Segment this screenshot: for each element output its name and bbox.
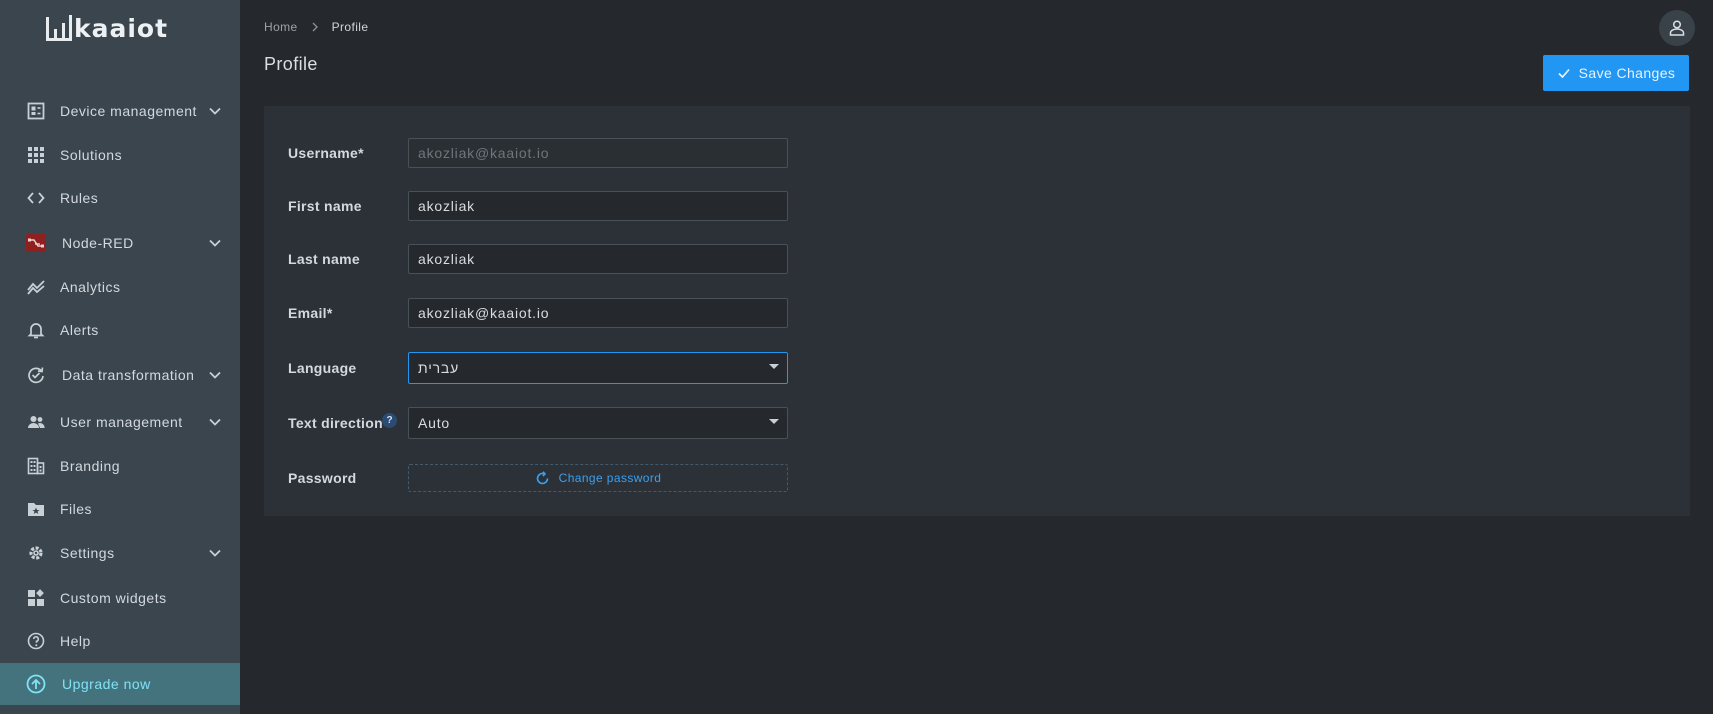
help-icon bbox=[26, 631, 46, 651]
sidebar-item-solutions[interactable]: Solutions bbox=[0, 134, 240, 176]
sidebar-item-label: Branding bbox=[60, 458, 121, 474]
sidebar-item-label: Data transformation bbox=[62, 367, 195, 383]
dropdown-caret-icon bbox=[769, 364, 779, 369]
save-changes-label: Save Changes bbox=[1578, 65, 1676, 81]
last-name-label: Last name bbox=[288, 251, 360, 267]
password-label: Password bbox=[288, 470, 357, 486]
main-content: Home Profile Profile Save Changes Userna… bbox=[240, 0, 1713, 714]
sidebar-item-files[interactable]: Files bbox=[0, 488, 240, 530]
chevron-right-icon bbox=[312, 22, 318, 32]
device-management-icon bbox=[26, 101, 46, 121]
text-direction-select[interactable]: Auto bbox=[408, 407, 788, 439]
last-name-row: Last name akozliak bbox=[288, 244, 798, 274]
kaaiot-logo[interactable]: kaaiot bbox=[46, 14, 168, 44]
chevron-down-icon bbox=[209, 239, 221, 247]
username-field: akozliak@kaaiot.io bbox=[408, 138, 788, 168]
check-icon bbox=[1558, 68, 1570, 79]
grid-icon bbox=[26, 145, 46, 165]
sidebar-item-label: Analytics bbox=[60, 279, 121, 295]
sidebar-item-label: Rules bbox=[60, 190, 99, 206]
users-icon bbox=[26, 412, 46, 432]
sidebar-item-label: Node-RED bbox=[62, 235, 134, 251]
sidebar-item-data-transformation[interactable]: Data transformation bbox=[0, 354, 240, 396]
language-row: Language עברית bbox=[288, 352, 798, 384]
chevron-down-icon bbox=[209, 371, 221, 379]
sidebar-item-device-management[interactable]: Device management bbox=[0, 90, 240, 132]
password-row: Password Change password bbox=[288, 463, 798, 493]
breadcrumb-current: Profile bbox=[331, 20, 369, 34]
user-menu-button[interactable] bbox=[1659, 10, 1695, 46]
breadcrumb: Home Profile bbox=[264, 20, 368, 34]
sidebar-item-label: Settings bbox=[60, 545, 115, 561]
upgrade-icon bbox=[26, 674, 46, 694]
first-name-row: First name akozliak bbox=[288, 191, 798, 221]
logo-text: kaaiot bbox=[74, 14, 169, 43]
breadcrumb-home-link[interactable]: Home bbox=[264, 20, 298, 34]
sidebar: kaaiot Device management Solutions Rules bbox=[0, 0, 240, 714]
sidebar-item-branding[interactable]: Branding bbox=[0, 445, 240, 487]
sidebar-item-label: Custom widgets bbox=[60, 590, 167, 606]
first-name-field[interactable]: akozliak bbox=[408, 191, 788, 221]
sidebar-item-rules[interactable]: Rules bbox=[0, 177, 240, 219]
sidebar-item-label: User management bbox=[60, 414, 183, 430]
analytics-icon bbox=[26, 277, 46, 297]
save-changes-button[interactable]: Save Changes bbox=[1543, 55, 1689, 91]
username-label: Username* bbox=[288, 145, 364, 161]
chevron-down-icon bbox=[209, 107, 221, 115]
email-row: Email* akozliak@kaaiot.io bbox=[288, 298, 798, 328]
sidebar-item-analytics[interactable]: Analytics bbox=[0, 266, 240, 308]
page-title: Profile bbox=[264, 54, 318, 74]
profile-form-card: Username* akozliak@kaaiot.io First name … bbox=[264, 106, 1690, 516]
sidebar-item-upgrade-now[interactable]: Upgrade now bbox=[0, 663, 240, 705]
sidebar-item-label: Alerts bbox=[60, 322, 99, 338]
last-name-field[interactable]: akozliak bbox=[408, 244, 788, 274]
sidebar-item-label: Upgrade now bbox=[62, 676, 151, 692]
username-row: Username* akozliak@kaaiot.io bbox=[288, 138, 798, 168]
email-label: Email* bbox=[288, 305, 333, 321]
email-field[interactable]: akozliak@kaaiot.io bbox=[408, 298, 788, 328]
chevron-down-icon bbox=[209, 549, 221, 557]
text-direction-value: Auto bbox=[418, 415, 450, 431]
refresh-icon bbox=[536, 470, 548, 484]
help-tooltip-icon[interactable]: ? bbox=[382, 413, 397, 428]
building-icon bbox=[26, 456, 46, 476]
sidebar-item-label: Solutions bbox=[60, 147, 123, 163]
sidebar-item-label: Device management bbox=[60, 103, 197, 119]
language-label: Language bbox=[288, 360, 357, 376]
bell-icon bbox=[26, 320, 46, 340]
text-direction-row: Text direction ? Auto bbox=[288, 407, 798, 439]
chevron-down-icon bbox=[209, 418, 221, 426]
language-value: עברית bbox=[418, 360, 460, 376]
sidebar-item-custom-widgets[interactable]: Custom widgets bbox=[0, 577, 240, 619]
text-direction-label: Text direction bbox=[288, 415, 383, 431]
node-red-icon bbox=[26, 233, 46, 253]
sidebar-item-node-red[interactable]: Node-RED bbox=[0, 222, 240, 264]
gear-icon bbox=[26, 543, 46, 563]
sidebar-item-user-management[interactable]: User management bbox=[0, 401, 240, 443]
sidebar-item-help[interactable]: Help bbox=[0, 620, 240, 662]
language-select[interactable]: עברית bbox=[408, 352, 788, 384]
widgets-icon bbox=[26, 588, 46, 608]
logo-mark-icon bbox=[46, 15, 72, 43]
change-password-button[interactable]: Change password bbox=[408, 464, 788, 492]
sidebar-item-label: Files bbox=[60, 501, 93, 517]
change-password-label: Change password bbox=[558, 471, 662, 485]
sidebar-item-label: Help bbox=[60, 633, 91, 649]
user-icon bbox=[1669, 20, 1685, 36]
sidebar-item-alerts[interactable]: Alerts bbox=[0, 309, 240, 351]
sidebar-item-settings[interactable]: Settings bbox=[0, 532, 240, 574]
folder-icon bbox=[26, 499, 46, 519]
first-name-label: First name bbox=[288, 198, 362, 214]
data-transformation-icon bbox=[26, 365, 46, 385]
dropdown-caret-icon bbox=[769, 419, 779, 424]
code-icon bbox=[26, 188, 46, 208]
